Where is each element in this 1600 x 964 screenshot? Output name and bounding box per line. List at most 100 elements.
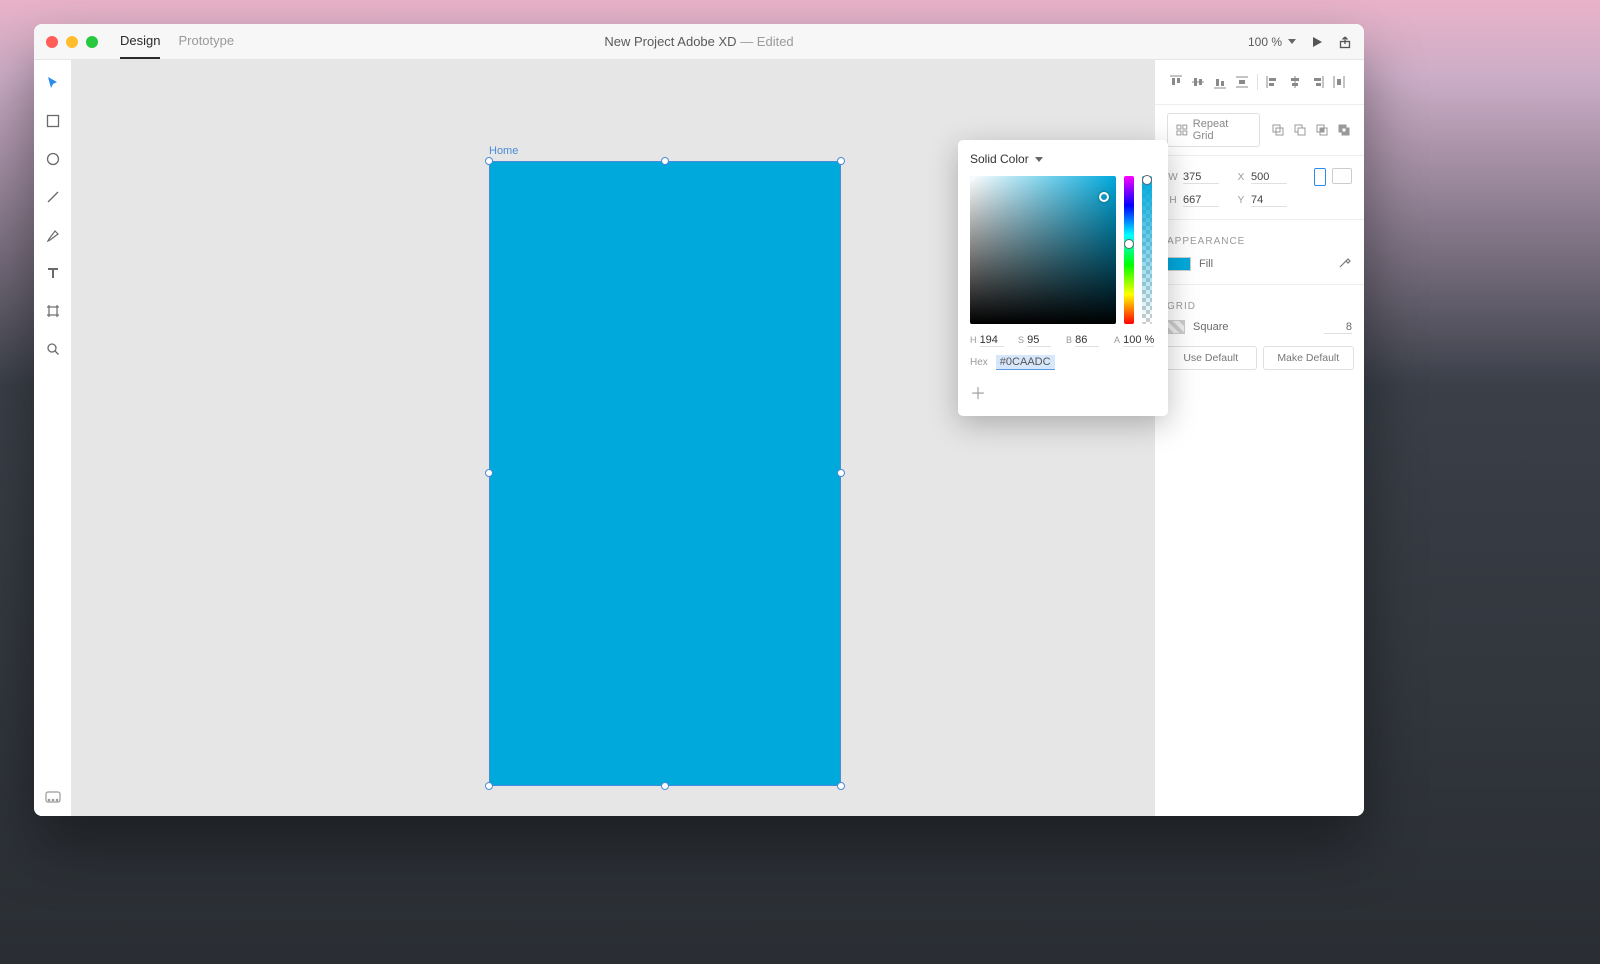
portrait-orientation-button[interactable] <box>1314 168 1326 186</box>
grid-default-buttons: Use Default Make Default <box>1155 338 1364 378</box>
s-input[interactable]: 95 <box>1027 334 1051 347</box>
align-vcenter-icon[interactable] <box>1187 72 1209 92</box>
orientation-group <box>1314 168 1352 186</box>
align-right-icon[interactable] <box>1306 72 1328 92</box>
alpha-thumb[interactable] <box>1142 175 1152 185</box>
grid-swatch[interactable] <box>1167 320 1185 334</box>
color-body <box>970 176 1156 324</box>
b-label: B <box>1066 335 1072 345</box>
selection-handle-br[interactable] <box>837 782 845 790</box>
width-label: W <box>1167 172 1179 183</box>
selection-handle-bc[interactable] <box>661 782 669 790</box>
use-default-button[interactable]: Use Default <box>1165 346 1257 370</box>
divider <box>1155 219 1364 220</box>
selection-handle-tr[interactable] <box>837 157 845 165</box>
saturation-value-field[interactable] <box>970 176 1116 324</box>
make-default-button[interactable]: Make Default <box>1263 346 1355 370</box>
align-hcenter-icon[interactable] <box>1284 72 1306 92</box>
line-tool[interactable] <box>44 188 62 206</box>
minimize-window-button[interactable] <box>66 36 78 48</box>
artboard-label[interactable]: Home <box>489 145 518 157</box>
repeat-grid-label: Repeat Grid <box>1193 118 1251 142</box>
h-input[interactable]: 194 <box>980 334 1004 347</box>
y-label: Y <box>1235 195 1247 206</box>
hex-label: Hex <box>970 357 988 368</box>
zoom-tool[interactable] <box>44 340 62 358</box>
zoom-value: 100 % <box>1248 35 1282 49</box>
share-button[interactable] <box>1338 35 1352 49</box>
sv-thumb[interactable] <box>1099 192 1109 202</box>
align-bottom-icon[interactable] <box>1209 72 1231 92</box>
boolean-ops <box>1270 122 1352 138</box>
eyedropper-icon[interactable] <box>1338 255 1352 272</box>
a-label: A <box>1114 335 1120 345</box>
distribute-h-icon[interactable] <box>1328 72 1350 92</box>
x-input[interactable]: 500 <box>1251 171 1287 184</box>
height-input[interactable]: 667 <box>1183 194 1219 207</box>
s-label: S <box>1018 335 1024 345</box>
exclude-icon[interactable] <box>1336 122 1352 138</box>
chevron-down-icon <box>1288 39 1296 44</box>
rectangle-tool[interactable] <box>44 112 62 130</box>
chevron-down-icon <box>1035 157 1043 162</box>
ellipse-tool[interactable] <box>44 150 62 168</box>
subtract-icon[interactable] <box>1292 122 1308 138</box>
tab-design[interactable]: Design <box>120 24 160 59</box>
fill-swatch[interactable] <box>1167 257 1191 271</box>
assets-panel-button[interactable] <box>44 788 62 806</box>
selection-handle-ml[interactable] <box>485 469 493 477</box>
alpha-slider[interactable] <box>1142 176 1152 324</box>
text-tool[interactable] <box>44 264 62 282</box>
document-title-name: New Project Adobe XD <box>604 34 736 49</box>
a-input[interactable]: 100 % <box>1123 334 1154 347</box>
align-left-icon[interactable] <box>1262 72 1284 92</box>
pen-tool[interactable] <box>44 226 62 244</box>
select-tool[interactable] <box>44 74 62 92</box>
repeat-grid-button[interactable]: Repeat Grid <box>1167 113 1260 147</box>
fill-label: Fill <box>1199 258 1213 270</box>
tab-prototype[interactable]: Prototype <box>178 24 234 59</box>
align-top-icon[interactable] <box>1165 72 1187 92</box>
color-picker-popover: Solid Color H 194 S 95 B 86 A 100 % H <box>958 140 1168 416</box>
close-window-button[interactable] <box>46 36 58 48</box>
b-input[interactable]: 86 <box>1075 334 1099 347</box>
titlebar-right: 100 % <box>1248 35 1352 49</box>
distribute-v-icon[interactable] <box>1231 72 1253 92</box>
hex-input[interactable]: #0CAADC <box>996 355 1055 370</box>
divider <box>1155 104 1364 105</box>
artboard-tool[interactable] <box>44 302 62 320</box>
zoom-window-button[interactable] <box>86 36 98 48</box>
hue-thumb[interactable] <box>1124 239 1134 249</box>
hue-slider[interactable] <box>1124 176 1134 324</box>
grid-size-input[interactable]: 8 <box>1324 321 1352 334</box>
align-row <box>1155 68 1364 96</box>
divider <box>1257 74 1258 90</box>
pos-row: H 667 Y 74 <box>1155 190 1364 211</box>
document-title-status: — Edited <box>740 34 793 49</box>
landscape-orientation-button[interactable] <box>1332 168 1352 184</box>
inspector-panel: Repeat Grid W 375 X 500 <box>1154 60 1364 816</box>
grid-row: Square 8 <box>1155 316 1364 338</box>
intersect-icon[interactable] <box>1314 122 1330 138</box>
selection-handle-tc[interactable] <box>661 157 669 165</box>
color-mode-select[interactable]: Solid Color <box>970 152 1156 166</box>
divider <box>1155 155 1364 156</box>
sv-black-grad <box>970 176 1116 324</box>
window-controls <box>46 36 98 48</box>
mode-tabs: Design Prototype <box>120 24 234 59</box>
h-label: H <box>970 335 977 345</box>
artboard-rect[interactable] <box>489 161 841 786</box>
hex-row: Hex #0CAADC <box>970 355 1156 370</box>
selection-handle-bl[interactable] <box>485 782 493 790</box>
app-window: Design Prototype New Project Adobe XD — … <box>34 24 1364 816</box>
selection-handle-tl[interactable] <box>485 157 493 165</box>
zoom-control[interactable]: 100 % <box>1248 35 1296 49</box>
width-input[interactable]: 375 <box>1183 171 1219 184</box>
tools-sidebar <box>34 60 72 816</box>
size-row: W 375 X 500 <box>1155 164 1364 190</box>
union-icon[interactable] <box>1270 122 1286 138</box>
play-preview-button[interactable] <box>1310 35 1324 49</box>
add-swatch-button[interactable]: ＋ <box>970 380 1156 404</box>
selection-handle-mr[interactable] <box>837 469 845 477</box>
y-input[interactable]: 74 <box>1251 194 1287 207</box>
